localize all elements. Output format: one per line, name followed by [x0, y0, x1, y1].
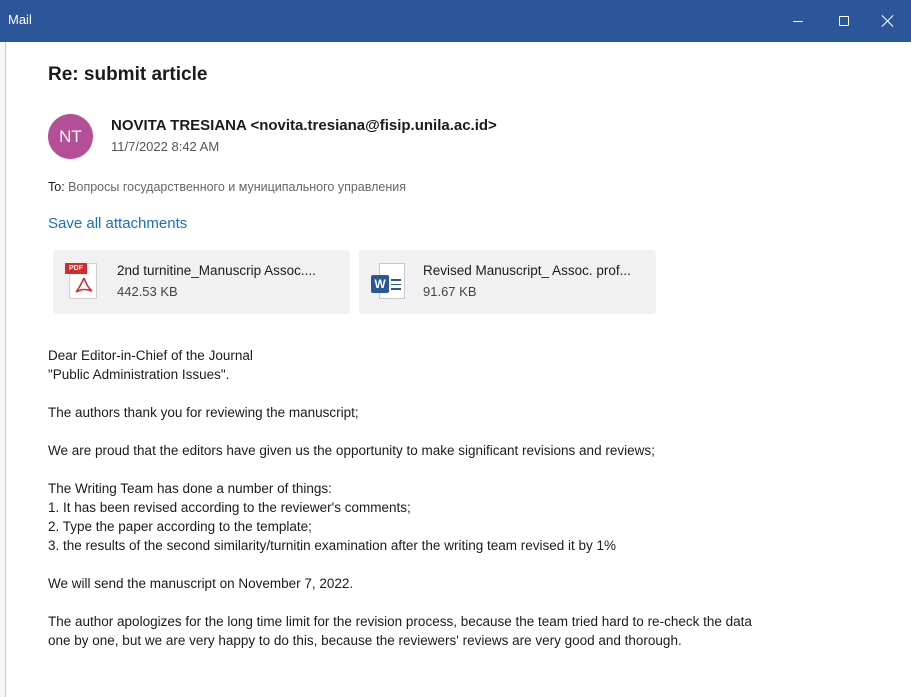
recipient-line: To: Вопросы государственного и муниципал…	[48, 180, 406, 194]
attachment-name: Revised Manuscript_ Assoc. prof...	[423, 263, 631, 278]
save-all-attachments-link[interactable]: Save all attachments	[48, 215, 187, 232]
pdf-icon: PDF	[65, 261, 97, 301]
close-button[interactable]	[865, 0, 911, 42]
window-title: Mail	[8, 12, 32, 27]
sender-avatar: NT	[48, 114, 93, 159]
body-line: 2. Type the paper according to the templ…	[48, 519, 312, 534]
body-line: The authors thank you for reviewing the …	[48, 405, 359, 420]
maximize-button[interactable]	[821, 0, 867, 42]
attachment-size: 442.53 KB	[117, 284, 178, 299]
minimize-button[interactable]	[775, 0, 821, 42]
window-titlebar: Mail	[0, 0, 911, 42]
to-label: To:	[48, 180, 65, 194]
recipient-name[interactable]: Вопросы государственного и муниципальног…	[68, 180, 406, 194]
message-body: Dear Editor-in-Chief of the Journal "Pub…	[48, 346, 878, 650]
close-icon	[882, 15, 894, 27]
attachment-name: 2nd turnitine_Manuscrip Assoc....	[117, 263, 316, 278]
word-doc-icon: W	[371, 261, 405, 301]
body-line: "Public Administration Issues".	[48, 367, 230, 382]
minimize-icon	[793, 20, 803, 22]
avatar-initials: NT	[59, 126, 82, 146]
maximize-icon	[839, 16, 849, 26]
body-line: We are proud that the editors have given…	[48, 443, 655, 458]
message-subject: Re: submit article	[48, 64, 208, 85]
body-line: 1. It has been revised according to the …	[48, 500, 411, 515]
attachment-pdf[interactable]: PDF 2nd turnitine_Manuscrip Assoc.... 44…	[53, 250, 350, 314]
body-line: We will send the manuscript on November …	[48, 576, 354, 591]
body-line: The Writing Team has done a number of th…	[48, 481, 332, 496]
body-line: Dear Editor-in-Chief of the Journal	[48, 348, 253, 363]
sent-date: 11/7/2022 8:42 AM	[111, 139, 220, 154]
attachment-word[interactable]: W Revised Manuscript_ Assoc. prof... 91.…	[359, 250, 656, 314]
body-line: one by one, but we are very happy to do …	[48, 633, 682, 648]
sender-name[interactable]: NOVITA TRESIANA <novita.tresiana@fisip.u…	[111, 117, 497, 134]
attachment-size: 91.67 KB	[423, 284, 477, 299]
body-line: 3. the results of the second similarity/…	[48, 538, 617, 553]
window-left-edge	[0, 42, 6, 697]
body-line: The author apologizes for the long time …	[48, 614, 752, 629]
